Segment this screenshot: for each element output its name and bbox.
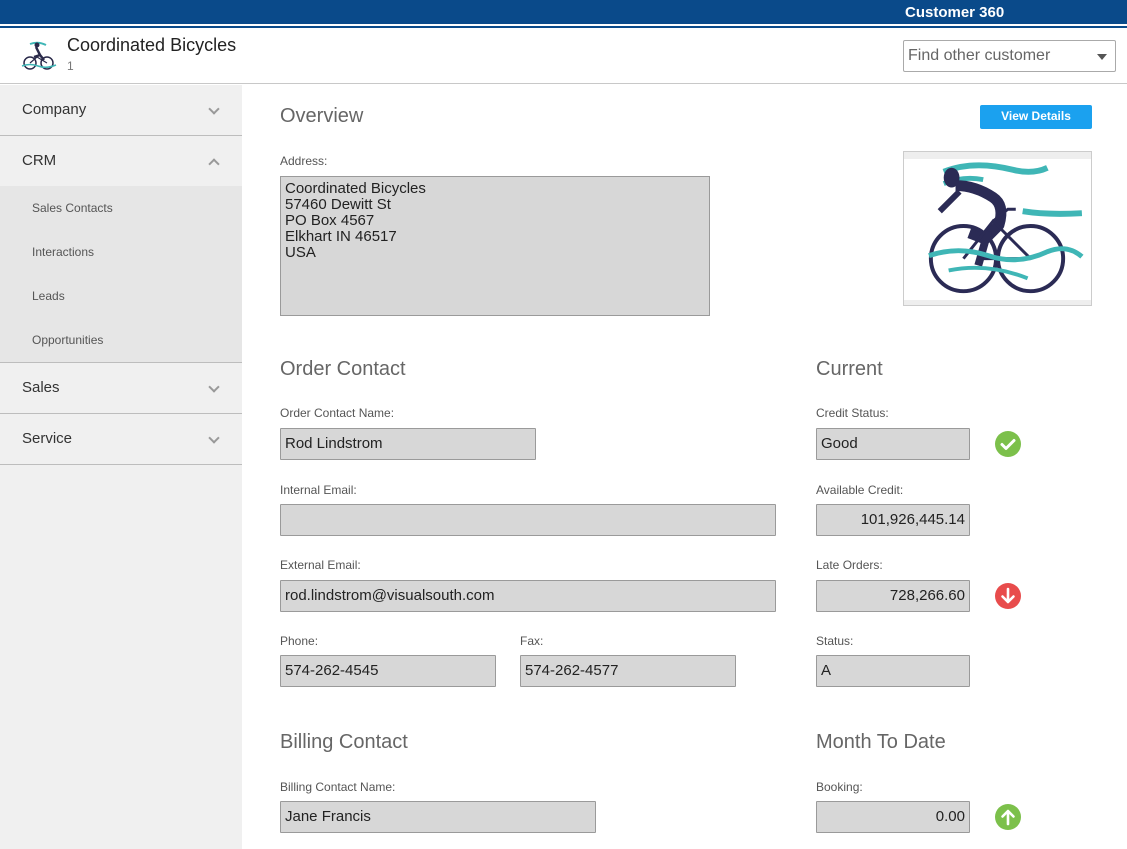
view-details-button[interactable]: View Details (980, 105, 1092, 129)
sidebar-item-label: CRM (22, 152, 57, 169)
sidebar-item-company[interactable]: Company (0, 85, 242, 135)
sidebar-item-leads[interactable]: Leads (0, 274, 242, 318)
customer-name: Coordinated Bicycles (67, 35, 237, 55)
nav-group-company: Company (0, 85, 242, 136)
nav-group-sales: Sales (0, 363, 242, 414)
sidebar-nav: Company CRM Sales Contacts Interactions … (0, 85, 242, 849)
chevron-up-icon (208, 158, 220, 170)
sidebar-item-sales-contacts[interactable]: Sales Contacts (0, 186, 242, 230)
month-to-date-title: Month To Date (816, 731, 946, 753)
internal-email-field[interactable] (280, 504, 776, 536)
late-orders-field[interactable]: 728,266.60 (816, 580, 970, 612)
sidebar-item-label: Sales (22, 379, 60, 396)
sidebar-item-service[interactable]: Service (0, 414, 242, 464)
internal-email-label: Internal Email: (280, 483, 357, 497)
fax-field[interactable]: 574-262-4577 (520, 655, 736, 687)
customer-header: Coordinated Bicycles 1 Find other custom… (0, 30, 1127, 84)
credit-status-field[interactable]: Good (816, 428, 970, 460)
sidebar-item-interactions[interactable]: Interactions (0, 230, 242, 274)
sidebar-item-opportunities[interactable]: Opportunities (0, 318, 242, 362)
external-email-label: External Email: (280, 558, 361, 572)
sidebar-item-label: Company (22, 101, 87, 118)
booking-field[interactable]: 0.00 (816, 801, 970, 833)
available-credit-label: Available Credit: (816, 483, 904, 497)
arrow-up-circle-icon (994, 803, 1022, 831)
app-top-bar: Customer 360 (0, 0, 1127, 28)
app-title: Customer 360 (905, 4, 1005, 21)
address-field[interactable]: Coordinated Bicycles 57460 Dewitt St PO … (280, 176, 710, 316)
status-field[interactable]: A (816, 655, 970, 687)
customer-logo-image (903, 151, 1092, 306)
order-contact-title: Order Contact (280, 358, 406, 380)
customer-id: 1 (67, 59, 74, 73)
order-contact-name-label: Order Contact Name: (280, 406, 395, 420)
billing-contact-title: Billing Contact (280, 731, 408, 753)
phone-field[interactable]: 574-262-4545 (280, 655, 496, 687)
billing-contact-name-label: Billing Contact Name: (280, 780, 396, 794)
check-circle-icon (994, 430, 1022, 458)
late-orders-label: Late Orders: (816, 558, 883, 572)
cyclist-logo-icon (928, 162, 1084, 294)
chevron-down-icon (208, 432, 220, 444)
chevron-down-icon (208, 381, 220, 393)
overview-title: Overview (280, 105, 364, 127)
order-contact-name-field[interactable]: Rod Lindstrom (280, 428, 536, 460)
find-customer-dropdown[interactable]: Find other customer (903, 40, 1116, 72)
address-label: Address: (280, 154, 328, 168)
sidebar-item-crm[interactable]: CRM (0, 136, 242, 186)
credit-status-label: Credit Status: (816, 406, 889, 420)
status-label: Status: (816, 634, 854, 648)
fax-label: Fax: (520, 634, 544, 648)
phone-label: Phone: (280, 634, 319, 648)
main-content: Overview View Details Address: Coordinat… (242, 85, 1127, 849)
find-customer-placeholder: Find other customer (908, 47, 1051, 64)
sidebar-item-sales[interactable]: Sales (0, 363, 242, 413)
nav-group-service: Service (0, 414, 242, 465)
cyclist-logo-icon (21, 41, 57, 70)
available-credit-field[interactable]: 101,926,445.14 (816, 504, 970, 536)
nav-group-crm: CRM Sales Contacts Interactions Leads Op… (0, 136, 242, 363)
arrow-down-circle-icon (994, 582, 1022, 610)
booking-label: Booking: (816, 780, 863, 794)
dropdown-caret-icon (1097, 54, 1107, 60)
chevron-down-icon (208, 103, 220, 115)
crm-submenu: Sales Contacts Interactions Leads Opport… (0, 186, 242, 362)
current-title: Current (816, 358, 883, 380)
sidebar-item-label: Service (22, 430, 73, 447)
external-email-field[interactable]: rod.lindstrom@visualsouth.com (280, 580, 776, 612)
billing-contact-name-field[interactable]: Jane Francis (280, 801, 596, 833)
